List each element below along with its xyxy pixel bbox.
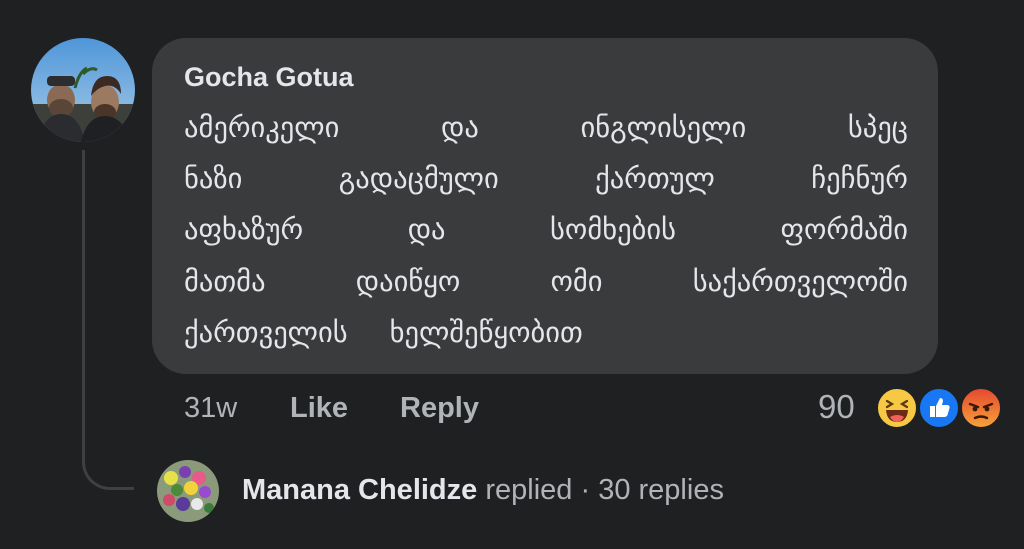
like-button[interactable]: Like <box>290 392 348 425</box>
reply-thread-line <box>82 150 134 490</box>
comment-text-line: აფხაზურ და სომხების ფორმაში <box>184 204 908 255</box>
comment-word: ამერიკელი <box>184 111 340 144</box>
comment-word: აფხაზურ <box>184 213 304 247</box>
comment-word: და <box>441 111 479 144</box>
comment-word: საქართველოში <box>692 264 908 298</box>
comment-word: ფორმაში <box>780 213 908 247</box>
comment-word: და <box>407 213 446 247</box>
comment-text-line: ქართველის ხელშეწყობით <box>184 307 908 358</box>
replier-name[interactable]: Manana Chelidze <box>242 474 477 506</box>
reaction-count[interactable]: 90 <box>818 388 855 426</box>
comment-word: გადაცმული <box>338 162 499 196</box>
comment-word: ინგლისელი <box>580 111 747 144</box>
separator-dot: · <box>580 474 591 506</box>
comment-word: ქართულ <box>595 162 715 196</box>
flower-bouquet-photo <box>157 460 219 522</box>
comment-timestamp[interactable]: 31w <box>184 392 237 425</box>
comment-word: მათმა <box>184 264 266 298</box>
comment-bubble: Gocha Gotua ამერიკელი და ინგლისელი სპეც … <box>152 38 938 374</box>
author-avatar[interactable] <box>31 38 135 142</box>
comment-text-line: ნაზი გადაცმული ქართულ ჩეჩნურ <box>184 153 908 204</box>
comment-text: ამერიკელი და ინგლისელი სპეც ნაზი გადაცმუ… <box>184 102 908 358</box>
view-replies-link[interactable]: Manana Chelidze replied · 30 replies <box>242 474 724 507</box>
haha-icon[interactable] <box>876 387 918 429</box>
comment-word: ჩეჩნურ <box>811 162 908 196</box>
comment-author-name[interactable]: Gocha Gotua <box>184 60 908 94</box>
replier-avatar[interactable] <box>157 460 219 522</box>
comment-word: ნაზი <box>184 162 243 196</box>
comment-text-line: მათმა დაიწყო ომი საქართველოში <box>184 256 908 307</box>
comment-word: დაიწყო <box>355 264 461 298</box>
avatar-photo <box>31 38 135 142</box>
comment-text-line: ამერიკელი და ინგლისელი სპეც <box>184 102 908 153</box>
like-icon[interactable] <box>918 387 960 429</box>
comment-word: ომი <box>550 264 603 298</box>
angry-icon[interactable] <box>960 387 1002 429</box>
comment-word: სპეც <box>847 111 908 144</box>
comment-word: ქართველის <box>184 315 348 349</box>
replied-label: replied <box>485 474 573 506</box>
reply-button[interactable]: Reply <box>400 392 479 425</box>
comment-word: ხელშეწყობით <box>389 315 583 349</box>
reply-count[interactable]: 30 replies <box>598 474 724 506</box>
comment-word: სომხების <box>550 213 676 247</box>
